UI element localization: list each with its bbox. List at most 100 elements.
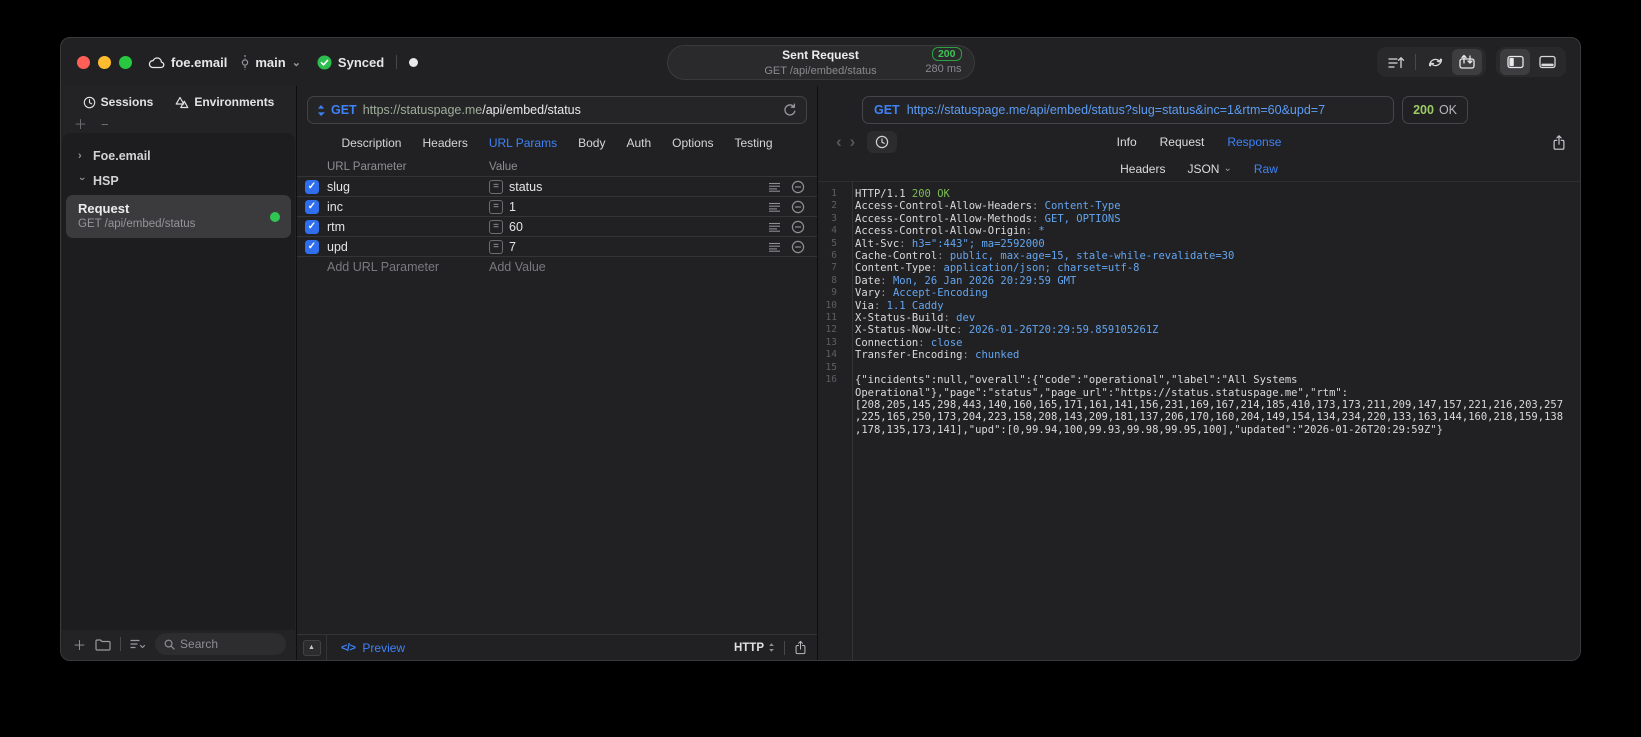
reorder-handle-icon[interactable] bbox=[763, 222, 785, 232]
param-name-input[interactable]: inc bbox=[327, 200, 489, 214]
new-folder-icon[interactable] bbox=[95, 638, 111, 651]
import-export-button[interactable] bbox=[1452, 49, 1482, 75]
tab-info[interactable]: Info bbox=[1117, 135, 1137, 149]
request-url-bar[interactable]: GET https://statuspage.me /api/embed/sta… bbox=[307, 96, 807, 124]
remove-param-icon[interactable] bbox=[785, 220, 811, 234]
subtab-headers[interactable]: Headers bbox=[1120, 162, 1165, 176]
remove-session-button[interactable]: − bbox=[101, 118, 109, 133]
search-icon bbox=[164, 639, 175, 650]
tab-sessions[interactable]: Sessions bbox=[83, 95, 153, 109]
param-checkbox[interactable]: ✓ bbox=[305, 199, 319, 214]
sidebar-tabs: Sessions Environments bbox=[61, 86, 296, 118]
tab-headers[interactable]: Headers bbox=[422, 136, 467, 150]
resend-request-icon[interactable] bbox=[783, 103, 797, 117]
toggle-sidebar-button[interactable] bbox=[1500, 49, 1530, 75]
share-icon[interactable] bbox=[794, 640, 807, 655]
tab-description[interactable]: Description bbox=[341, 136, 401, 150]
toolbar-group-layout bbox=[1496, 47, 1566, 77]
tree-item-hsp[interactable]: › HSP bbox=[62, 168, 295, 193]
add-param-value-placeholder[interactable]: Add Value bbox=[489, 260, 763, 274]
cloud-icon bbox=[148, 56, 165, 69]
response-panel: GET https://statuspage.me/api/embed/stat… bbox=[818, 86, 1580, 660]
param-row-rtm: ✓ rtm = 60 bbox=[297, 217, 817, 237]
sent-url-display[interactable]: GET https://statuspage.me/api/embed/stat… bbox=[862, 96, 1395, 124]
request-item-title: Request bbox=[78, 201, 130, 216]
param-value-input[interactable]: 1 bbox=[509, 200, 516, 214]
tab-response[interactable]: Response bbox=[1227, 135, 1281, 149]
traffic-lights bbox=[77, 55, 132, 69]
request-url-host[interactable]: https://statuspage.me bbox=[363, 103, 483, 117]
history-back-icon[interactable]: ‹ bbox=[832, 133, 846, 150]
sort-options-icon[interactable] bbox=[130, 638, 146, 650]
remove-param-icon[interactable] bbox=[785, 200, 811, 214]
history-button[interactable] bbox=[867, 131, 898, 153]
tab-url-params[interactable]: URL Params bbox=[489, 136, 557, 150]
tab-options[interactable]: Options bbox=[672, 136, 713, 150]
param-row-upd: ✓ upd = 7 bbox=[297, 237, 817, 257]
close-window-button[interactable] bbox=[77, 55, 90, 69]
export-response-icon[interactable] bbox=[1552, 134, 1566, 151]
minimize-window-button[interactable] bbox=[98, 55, 111, 69]
line-number: 5 bbox=[831, 237, 837, 249]
param-name-input[interactable]: upd bbox=[327, 240, 489, 254]
protocol-select[interactable]: HTTP bbox=[734, 642, 775, 654]
line-number: 3 bbox=[831, 212, 837, 224]
response-body-viewer[interactable]: 1 HTTP/1.1 200 OK 2 Access-Control-Allow-He… bbox=[818, 182, 1580, 660]
tab-testing[interactable]: Testing bbox=[735, 136, 773, 150]
project-name[interactable]: foe.email bbox=[171, 55, 227, 70]
reorder-handle-icon[interactable] bbox=[763, 202, 785, 212]
subtab-raw[interactable]: Raw bbox=[1254, 162, 1278, 176]
chevron-right-icon[interactable]: › bbox=[78, 150, 86, 162]
param-value-input[interactable]: 60 bbox=[509, 220, 523, 234]
param-value-input[interactable]: status bbox=[509, 180, 542, 194]
sync-status-label: Synced bbox=[337, 54, 385, 70]
zoom-window-button[interactable] bbox=[119, 55, 132, 69]
history-clock-icon bbox=[83, 96, 96, 109]
export-list-button[interactable] bbox=[1381, 49, 1411, 75]
param-checkbox[interactable]: ✓ bbox=[305, 219, 319, 234]
compare-branches-button[interactable] bbox=[1420, 49, 1450, 75]
line-number: 10 bbox=[825, 299, 837, 311]
line-number: 2 bbox=[831, 200, 837, 212]
tab-environments[interactable]: Environments bbox=[175, 95, 274, 109]
chevron-down-icon[interactable]: ⌄ bbox=[292, 56, 301, 69]
param-checkbox[interactable]: ✓ bbox=[305, 239, 319, 254]
tree-item-foe-email[interactable]: › Foe.email bbox=[62, 143, 295, 168]
add-session-button[interactable]: ＋ bbox=[74, 118, 87, 133]
url-params-table: URL Parameter Value ✓ slug = status ✓ inc bbox=[297, 157, 817, 634]
toggle-bottom-panel-button[interactable] bbox=[1532, 49, 1562, 75]
remove-param-icon[interactable] bbox=[785, 240, 811, 254]
line-number: 11 bbox=[825, 312, 837, 324]
preview-button[interactable]: </> Preview bbox=[341, 641, 405, 655]
chevron-down-icon[interactable]: › bbox=[76, 177, 88, 185]
method-stepper-icon[interactable] bbox=[317, 104, 325, 117]
add-item-button[interactable]: ＋ bbox=[73, 635, 86, 654]
request-section-tabs: Description Headers URL Params Body Auth… bbox=[297, 128, 817, 157]
add-param-row: Add URL Parameter Add Value bbox=[297, 257, 817, 277]
tab-auth[interactable]: Auth bbox=[626, 136, 651, 150]
equals-icon: = bbox=[489, 199, 503, 214]
history-forward-icon[interactable]: › bbox=[846, 133, 860, 150]
code-line: 10 Via: 1.1 Caddy bbox=[818, 300, 1580, 312]
param-checkbox[interactable]: ✓ bbox=[305, 179, 319, 194]
param-value-input[interactable]: 7 bbox=[509, 240, 516, 254]
subtab-json[interactable]: JSON ⌄ bbox=[1187, 162, 1231, 176]
code-line: 1 HTTP/1.1 200 OK bbox=[818, 188, 1580, 200]
request-status-capsule[interactable]: Sent Request 200 GET /api/embed/status 2… bbox=[666, 45, 975, 80]
reorder-handle-icon[interactable] bbox=[763, 242, 785, 252]
branch-name[interactable]: main bbox=[255, 55, 285, 70]
tab-body[interactable]: Body bbox=[578, 136, 605, 150]
request-method[interactable]: GET bbox=[331, 103, 357, 117]
remove-param-icon[interactable] bbox=[785, 180, 811, 194]
search-field[interactable] bbox=[155, 633, 286, 655]
expand-panel-button[interactable]: ▲ bbox=[302, 639, 321, 656]
reorder-handle-icon[interactable] bbox=[763, 182, 785, 192]
request-url-path[interactable]: /api/embed/status bbox=[482, 103, 581, 117]
code-line: 7 Content-Type: application/json; charset… bbox=[818, 262, 1580, 274]
request-list-item-selected[interactable]: Request GET /api/embed/status bbox=[66, 195, 291, 238]
search-input[interactable] bbox=[180, 637, 277, 651]
tab-request[interactable]: Request bbox=[1160, 135, 1205, 149]
param-name-input[interactable]: rtm bbox=[327, 220, 489, 234]
param-name-input[interactable]: slug bbox=[327, 180, 489, 194]
add-param-name-placeholder[interactable]: Add URL Parameter bbox=[327, 260, 489, 274]
